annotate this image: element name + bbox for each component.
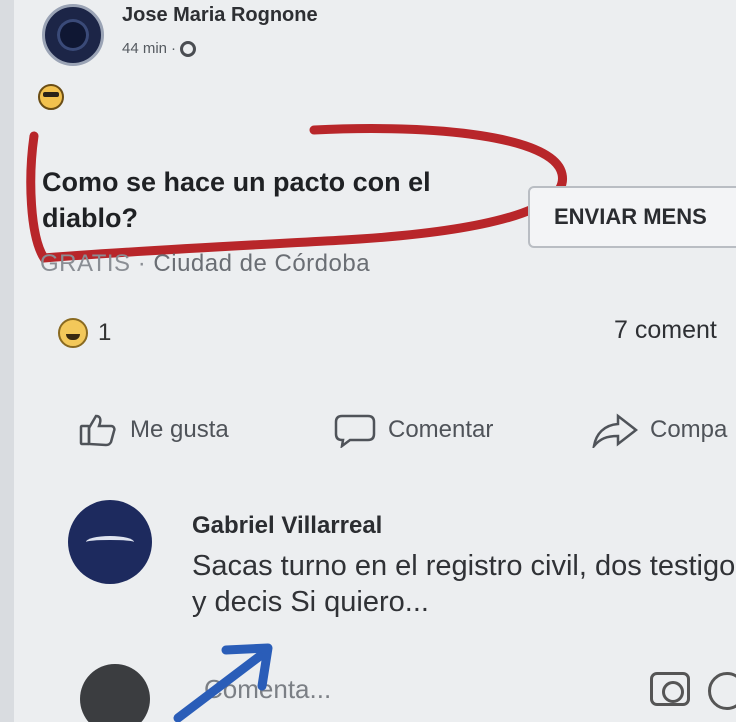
screen: Jose Maria Rognone 44 min · Como se hace… [14,0,736,722]
comments-count[interactable]: 7 coment [614,316,717,345]
reaction-count: 1 [98,319,112,346]
globe-icon [180,40,197,57]
reply-row: Comenta... [14,650,736,722]
comment-text: Sacas turno en el registro civil, dos te… [192,550,736,618]
like-label: Me gusta [130,416,229,443]
avatar-wing [86,536,134,548]
avatar-emblem [57,19,89,51]
share-arrow-icon [592,413,638,448]
reactions-summary[interactable]: 1 [58,318,111,348]
post-time[interactable]: 44 min [122,40,167,57]
share-label: Compa [650,416,728,443]
thumb-shape [87,414,116,447]
comment-label: Comentar [388,416,494,443]
post-actions: Me gusta Comentar Compa [14,412,736,462]
post-author-name[interactable]: Jose Maria Rognone [122,4,318,27]
post-header: Jose Maria Rognone 44 min · [28,4,528,70]
current-user-avatar [80,664,150,722]
meta-separator: · [171,40,177,57]
post-sub-line: GRATIS · Ciudad de Córdoba [40,250,370,278]
send-message-button[interactable]: ENVIAR MENS [528,186,736,248]
commenter-avatar[interactable] [68,500,152,584]
thumbs-up-icon [79,414,116,447]
blue-annotation-arrow [173,643,273,722]
comment-button[interactable]: Comentar [334,412,493,448]
speech-bubble-icon [334,414,376,448]
sunglasses-emoji-icon [38,84,64,110]
emoji-picker-icon[interactable] [708,672,736,710]
post-meta: 44 min · [122,40,197,57]
commenter-name[interactable]: Gabriel Villarreal [192,512,382,540]
share-arrow-shape [592,413,638,448]
sub-line-cut: GRATIS · [40,250,147,277]
like-button[interactable]: Me gusta [78,412,229,448]
bubble-shape [334,414,376,448]
post-text: Como se hace un pacto con el diablo? [42,167,431,233]
sub-line-location: Ciudad de Córdoba [153,250,371,277]
camera-icon[interactable] [650,672,690,706]
share-button[interactable]: Compa [592,412,727,448]
laugh-emoji-icon [58,318,88,348]
author-avatar[interactable] [42,4,104,66]
arrow-shaft [173,651,265,722]
